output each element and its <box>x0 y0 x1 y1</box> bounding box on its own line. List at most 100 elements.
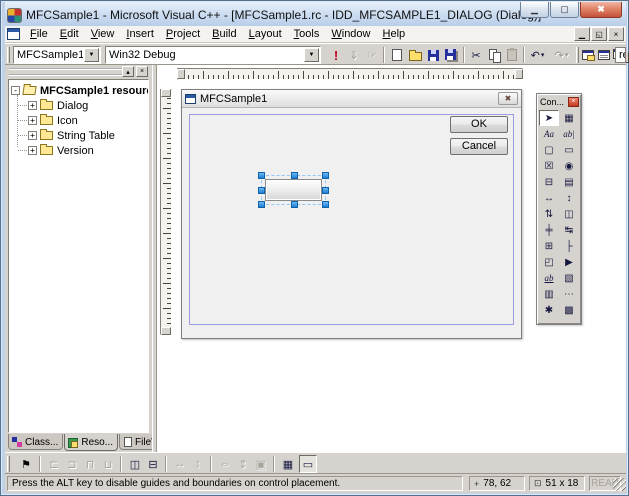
dialog-editor-surface[interactable]: MFCSample1 ✖ OK Cancel <box>157 65 626 452</box>
ruler-guide-handle[interactable] <box>161 89 171 97</box>
tree-item-string-table[interactable]: + String Table <box>11 128 148 143</box>
tool-check-box[interactable]: ☒ <box>539 158 559 174</box>
breakpoint-button[interactable]: ☞ <box>363 46 381 64</box>
make-same-height-button[interactable]: ⇕ <box>234 455 252 473</box>
ruler-guide-handle[interactable] <box>177 69 185 79</box>
resize-handle-top[interactable] <box>291 172 298 179</box>
align-left-button[interactable]: ⊏ <box>45 455 63 473</box>
execute-program-button[interactable]: ! <box>327 46 345 64</box>
space-down-button[interactable]: ↕ <box>189 455 207 473</box>
resize-handle-bottom-right[interactable] <box>322 201 329 208</box>
mdi-close-button[interactable]: × <box>608 27 624 41</box>
resize-handle-bottom[interactable] <box>291 201 298 208</box>
chevron-down-icon[interactable]: ▼ <box>84 48 99 62</box>
ok-button-control[interactable]: OK <box>450 116 508 133</box>
tree-root-row[interactable]: - MFCSample1 resources <box>11 83 148 98</box>
tree-item-label[interactable]: Icon <box>57 115 78 127</box>
expand-icon[interactable]: + <box>28 131 37 140</box>
chevron-down-icon[interactable]: ▼ <box>304 48 319 62</box>
tool-tab-control[interactable]: ◰ <box>539 254 559 270</box>
new-file-button[interactable] <box>388 46 406 64</box>
expand-icon[interactable]: + <box>28 146 37 155</box>
tree-root-label[interactable]: MFCSample1 resources <box>40 85 149 97</box>
menu-view[interactable]: View <box>85 26 121 42</box>
menu-project[interactable]: Project <box>160 26 206 42</box>
tree-item-label[interactable]: Version <box>57 145 94 157</box>
toolbar-gripper[interactable] <box>7 47 10 63</box>
tool-edit-box[interactable]: ab| <box>559 126 579 142</box>
paste-button[interactable] <box>503 46 521 64</box>
resize-handle-top-left[interactable] <box>258 172 265 179</box>
resize-handle-bottom-left[interactable] <box>258 201 265 208</box>
space-across-button[interactable]: ↔ <box>171 455 189 473</box>
tool-list-control[interactable]: ⊞ <box>539 238 559 254</box>
tool-slider[interactable]: ╪ <box>539 222 559 238</box>
tool-date-time-picker[interactable]: ▧ <box>559 270 579 286</box>
designed-dialog[interactable]: MFCSample1 ✖ OK Cancel <box>181 89 522 339</box>
cut-button[interactable]: ✂ <box>467 46 485 64</box>
toggle-grid-button[interactable]: ▦ <box>279 455 297 473</box>
tool-group-box[interactable]: ▢ <box>539 142 559 158</box>
tool-custom-control[interactable]: ✱ <box>539 302 559 318</box>
tool-progress[interactable]: ◫ <box>559 206 579 222</box>
tree-item-dialog[interactable]: + Dialog <box>11 98 148 113</box>
menu-help[interactable]: Help <box>377 26 412 42</box>
tool-horizontal-scroll-bar[interactable]: ↔ <box>539 190 559 206</box>
tool-tree-control[interactable]: ├ <box>559 238 579 254</box>
maximize-button[interactable]: ▢ <box>550 2 579 18</box>
tool-spin[interactable]: ⇅ <box>539 206 559 222</box>
cancel-button-control[interactable]: Cancel <box>450 138 508 155</box>
mdi-minimize-button[interactable]: ▁ <box>574 27 590 41</box>
tool-combo-box[interactable]: ⊟ <box>539 174 559 190</box>
expand-icon[interactable]: + <box>28 101 37 110</box>
undo-button[interactable]: ↶▾ <box>526 46 549 64</box>
tool-static-text[interactable]: Aa <box>539 126 559 142</box>
align-right-button[interactable]: ⊐ <box>63 455 81 473</box>
toolbar-gripper[interactable] <box>7 456 10 472</box>
minimize-button[interactable]: ▁ <box>520 2 549 18</box>
designed-dialog-titlebar[interactable]: MFCSample1 ✖ <box>182 90 521 108</box>
tool-animate[interactable]: ▶ <box>559 254 579 270</box>
center-horizontal-button[interactable]: ⊟ <box>144 455 162 473</box>
menu-insert[interactable]: Insert <box>120 26 160 42</box>
toolbox-close-button[interactable]: × <box>568 97 579 107</box>
menu-file[interactable]: File <box>24 26 54 42</box>
close-button[interactable]: ✖ <box>580 2 622 18</box>
resize-handle-top-right[interactable] <box>322 172 329 179</box>
align-top-button[interactable]: ⊓ <box>81 455 99 473</box>
vertical-ruler[interactable] <box>160 89 172 335</box>
find-combo[interactable]: re <box>615 47 626 63</box>
resize-handle-right[interactable] <box>322 187 329 194</box>
resize-handle-left[interactable] <box>258 187 265 194</box>
menu-layout[interactable]: Layout <box>243 26 288 42</box>
tool-list-box[interactable]: ▤ <box>559 174 579 190</box>
toggle-guides-button[interactable]: ▭ <box>299 455 317 473</box>
tree-item-label[interactable]: Dialog <box>57 100 88 112</box>
tool-ip-address[interactable]: ⋯ <box>559 286 579 302</box>
tool-button[interactable]: ▭ <box>559 142 579 158</box>
tree-item-icon[interactable]: + Icon <box>11 113 148 128</box>
go-button[interactable]: ⇓ <box>345 46 363 64</box>
pane-gripper[interactable] <box>9 68 127 76</box>
ruler-guide-handle[interactable] <box>161 327 171 335</box>
tool-extended-combo-box[interactable]: ▩ <box>559 302 579 318</box>
mdi-document-icon[interactable] <box>7 28 20 40</box>
collapse-icon[interactable]: - <box>11 86 20 95</box>
toolbar-gripper[interactable] <box>576 47 579 63</box>
designed-dialog-close-button[interactable]: ✖ <box>498 92 518 105</box>
tool-rich-edit[interactable]: ab <box>539 270 559 286</box>
center-vertical-button[interactable]: ◫ <box>126 455 144 473</box>
output-toggle-button[interactable] <box>596 46 612 64</box>
tree-item-label[interactable]: String Table <box>57 130 115 142</box>
toolbox-titlebar[interactable]: Con... × <box>539 96 579 108</box>
tool-vertical-scroll-bar[interactable]: ↕ <box>559 190 579 206</box>
tool-radio-button[interactable]: ◉ <box>559 158 579 174</box>
horizontal-ruler[interactable] <box>177 68 523 80</box>
align-bottom-button[interactable]: ⊔ <box>99 455 117 473</box>
open-button[interactable] <box>406 46 424 64</box>
test-dialog-button[interactable]: ⚑ <box>17 455 35 473</box>
tab-classview[interactable]: Class... <box>8 434 63 450</box>
configuration-combo[interactable]: Win32 Debug ▼ <box>105 46 321 64</box>
menu-build[interactable]: Build <box>206 26 242 42</box>
tool-pointer[interactable]: ➤ <box>539 110 559 126</box>
